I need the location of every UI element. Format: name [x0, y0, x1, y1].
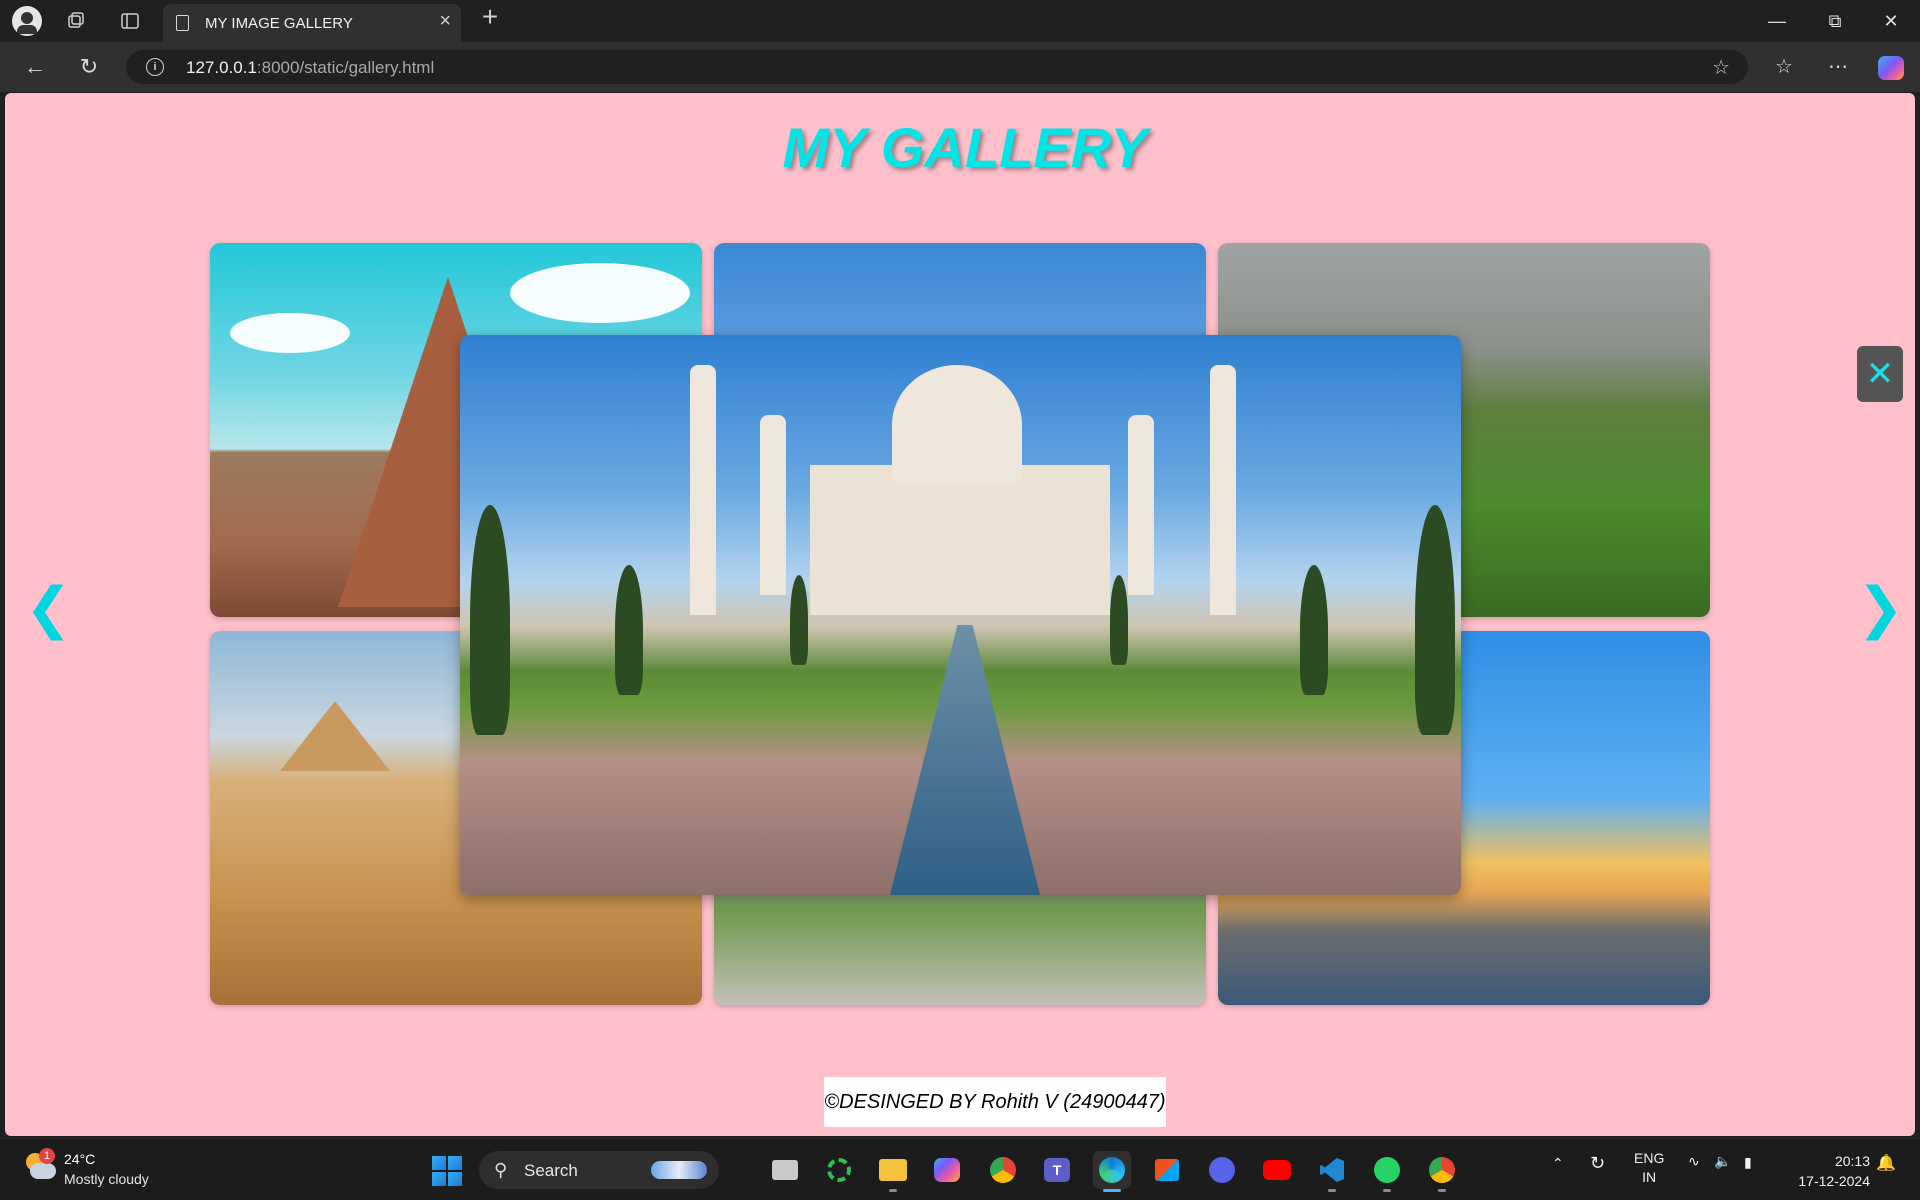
restore-icon[interactable]: ⧉ — [1810, 6, 1860, 36]
taskbar: 1 24°C Mostly cloudy ⚲ Search T ⌃ ↻ ENG … — [0, 1138, 1920, 1200]
minimize-icon[interactable]: — — [1752, 6, 1802, 36]
search-label: Search — [524, 1161, 578, 1180]
browser-tab[interactable]: MY IMAGE GALLERY × — [163, 4, 461, 42]
file-explorer-icon[interactable] — [874, 1151, 912, 1192]
lightbox-prev-arrow[interactable]: ❮ — [25, 578, 72, 638]
volume-icon[interactable]: 🔈 — [1714, 1153, 1731, 1170]
copilot-icon[interactable] — [1878, 56, 1904, 80]
search-highlight-icon — [651, 1161, 707, 1179]
gallery-heading: MY GALLERY — [782, 116, 1148, 179]
store-icon[interactable] — [1148, 1151, 1186, 1189]
vscode-icon[interactable] — [1313, 1151, 1351, 1192]
weather-temperature[interactable]: 24°C — [64, 1151, 95, 1167]
site-info-icon[interactable]: i — [146, 58, 164, 76]
task-view-icon[interactable] — [766, 1151, 804, 1189]
refresh-icon[interactable]: ↻ — [74, 52, 104, 82]
more-menu-icon[interactable]: ⋯ — [1822, 52, 1854, 82]
lightbox-next-arrow[interactable]: ❯ — [1857, 578, 1904, 638]
workspaces-icon[interactable] — [62, 8, 90, 34]
system-clock[interactable]: 20:13 17-12-2024 — [1780, 1151, 1870, 1191]
lightbox-close-button[interactable]: ✕ — [1857, 346, 1903, 402]
new-tab-icon[interactable]: + — [476, 1, 504, 32]
url-text: 127.0.0.1:8000/static/gallery.html — [186, 58, 435, 77]
browser-toolbar: ← ↻ i 127.0.0.1:8000/static/gallery.html… — [0, 42, 1920, 92]
edge-icon[interactable] — [1093, 1151, 1131, 1192]
page-icon — [176, 15, 189, 31]
search-icon: ⚲ — [494, 1160, 508, 1180]
wifi-icon[interactable]: ∿ — [1688, 1153, 1700, 1170]
youtube-icon[interactable] — [1258, 1151, 1296, 1189]
sync-icon[interactable]: ↻ — [1590, 1153, 1605, 1174]
notifications-bell-icon[interactable]: 🔔 — [1876, 1153, 1896, 1173]
teams-icon[interactable]: T — [1038, 1151, 1076, 1189]
weather-badge: 1 — [39, 1148, 55, 1164]
favorites-icon[interactable]: ☆ — [1768, 52, 1800, 82]
page-viewport: MY GALLERY ✕ ❮ ❯ ©DESINGED BY Rohith V ( — [5, 93, 1915, 1136]
tab-close-icon[interactable]: × — [439, 10, 451, 33]
weather-condition[interactable]: Mostly cloudy — [64, 1171, 149, 1187]
chrome-profile-icon[interactable] — [1423, 1151, 1461, 1192]
chrome-icon[interactable] — [984, 1151, 1022, 1189]
language-indicator[interactable]: ENG IN — [1634, 1149, 1664, 1187]
app-blue-triangle-icon[interactable] — [1203, 1151, 1241, 1189]
vertical-tabs-icon[interactable] — [116, 8, 144, 34]
back-icon[interactable]: ← — [20, 52, 50, 82]
copilot-app-icon[interactable] — [928, 1151, 966, 1189]
browser-titlebar: MY IMAGE GALLERY × + — ⧉ ✕ — [0, 0, 1920, 42]
footer-credit: ©DESINGED BY Rohith V (24900447) — [824, 1077, 1166, 1127]
address-bar[interactable]: i 127.0.0.1:8000/static/gallery.html ☆ — [126, 50, 1748, 84]
taskbar-search[interactable]: ⚲ Search — [479, 1151, 719, 1189]
show-hidden-icons-icon[interactable]: ⌃ — [1552, 1155, 1564, 1172]
lightbox-image-taj-mahal[interactable] — [460, 335, 1461, 895]
window-close-icon[interactable]: ✕ — [1866, 6, 1916, 36]
favorite-star-icon[interactable]: ☆ — [1712, 55, 1730, 80]
whatsapp-icon[interactable] — [1368, 1151, 1406, 1192]
battery-icon[interactable]: ▮ — [1744, 1154, 1752, 1171]
profile-avatar-icon[interactable] — [12, 6, 42, 36]
app-green-circle-icon[interactable] — [820, 1151, 858, 1189]
start-button-icon[interactable] — [432, 1156, 462, 1186]
tab-title: MY IMAGE GALLERY — [205, 15, 353, 32]
